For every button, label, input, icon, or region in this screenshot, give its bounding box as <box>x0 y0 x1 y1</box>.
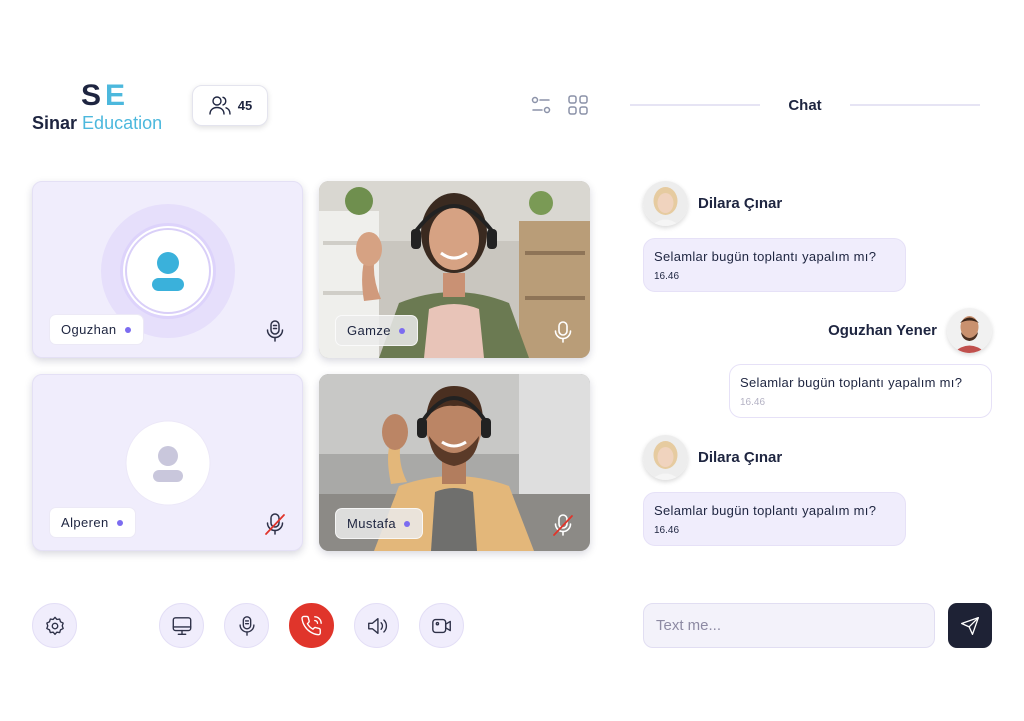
message-time: 16.46 <box>654 525 680 536</box>
brand-name: Sinar Education <box>32 113 163 133</box>
chat-header: Chat <box>630 93 980 117</box>
message-sender-row: Oguzhan Yener <box>828 308 992 353</box>
users-icon <box>209 95 231 115</box>
name-badge: Oguzhan <box>49 314 144 345</box>
divider <box>849 104 980 106</box>
divider <box>630 104 761 106</box>
sender-name: Oguzhan Yener <box>828 322 937 339</box>
mic-icon <box>266 320 284 342</box>
sender-name: Dilara Çınar <box>698 449 783 466</box>
mic-icon <box>238 615 255 636</box>
video-tile-oguzhan[interactable]: Oguzhan <box>32 181 303 358</box>
message-sender-row: Dilara Çınar <box>643 181 782 226</box>
participant-name: Mustafa <box>347 516 397 531</box>
video-tile-gamze[interactable]: Gamze <box>319 181 590 358</box>
name-badge: Gamze <box>335 315 418 346</box>
video-tile-mustafa[interactable]: Mustafa <box>319 374 590 551</box>
message-sender-row: Dilara Çınar <box>643 435 782 480</box>
screen-share-icon <box>172 616 191 635</box>
logo-mark: SE <box>81 79 130 112</box>
avatar-placeholder <box>125 420 211 506</box>
camera-icon <box>431 618 451 633</box>
avatar[interactable] <box>643 435 688 480</box>
mic-muted-icon <box>265 513 285 535</box>
status-dot <box>404 520 411 527</box>
status-dot <box>398 327 405 334</box>
name-badge: Mustafa <box>335 508 424 539</box>
participants-count: 45 <box>237 98 253 113</box>
avatar[interactable] <box>947 308 992 353</box>
mic-muted-icon <box>553 514 573 536</box>
video-tile-alperen[interactable]: Alperen <box>32 374 303 551</box>
message-time: 16.46 <box>654 271 680 282</box>
send-button[interactable] <box>948 603 992 648</box>
message-text: Selamlar bugün toplantı yapalım mı? <box>654 503 877 518</box>
participants-button[interactable]: 45 <box>192 85 268 126</box>
avatar-image <box>947 308 992 353</box>
name-badge: Alperen <box>49 507 136 538</box>
sender-name: Dilara Çınar <box>698 195 783 212</box>
mic-icon <box>554 321 572 343</box>
end-call-icon <box>300 615 322 635</box>
message-bubble: Selamlar bugün toplantı yapalım mı? 16.4… <box>643 492 906 546</box>
message-bubble: Selamlar bugün toplantı yapalım mı? 16.4… <box>643 238 906 292</box>
participant-name: Oguzhan <box>61 322 117 337</box>
grid-icon[interactable] <box>567 94 589 116</box>
camera-button[interactable] <box>419 603 464 648</box>
filter-icon[interactable] <box>530 94 552 116</box>
end-call-button[interactable] <box>289 603 334 648</box>
message-input[interactable] <box>643 603 935 648</box>
message-text: Selamlar bugün toplantı yapalım mı? <box>740 375 963 390</box>
screen-share-button[interactable] <box>159 603 204 648</box>
participant-name: Alperen <box>61 515 109 530</box>
status-dot <box>124 326 131 333</box>
message-time: 16.46 <box>740 397 766 408</box>
participant-name: Gamze <box>347 323 391 338</box>
avatar-image <box>643 435 688 480</box>
chat-title: Chat <box>788 96 822 114</box>
message-text: Selamlar bugün toplantı yapalım mı? <box>654 249 877 264</box>
speaker-button[interactable] <box>354 603 399 648</box>
avatar[interactable] <box>643 181 688 226</box>
send-icon <box>961 616 979 635</box>
speaker-icon <box>367 617 387 634</box>
settings-button[interactable] <box>32 603 77 648</box>
settings-icon <box>45 616 64 635</box>
message-bubble: Selamlar bugün toplantı yapalım mı? 16.4… <box>729 364 992 418</box>
status-dot <box>116 519 123 526</box>
mic-button[interactable] <box>224 603 269 648</box>
avatar-image <box>643 181 688 226</box>
